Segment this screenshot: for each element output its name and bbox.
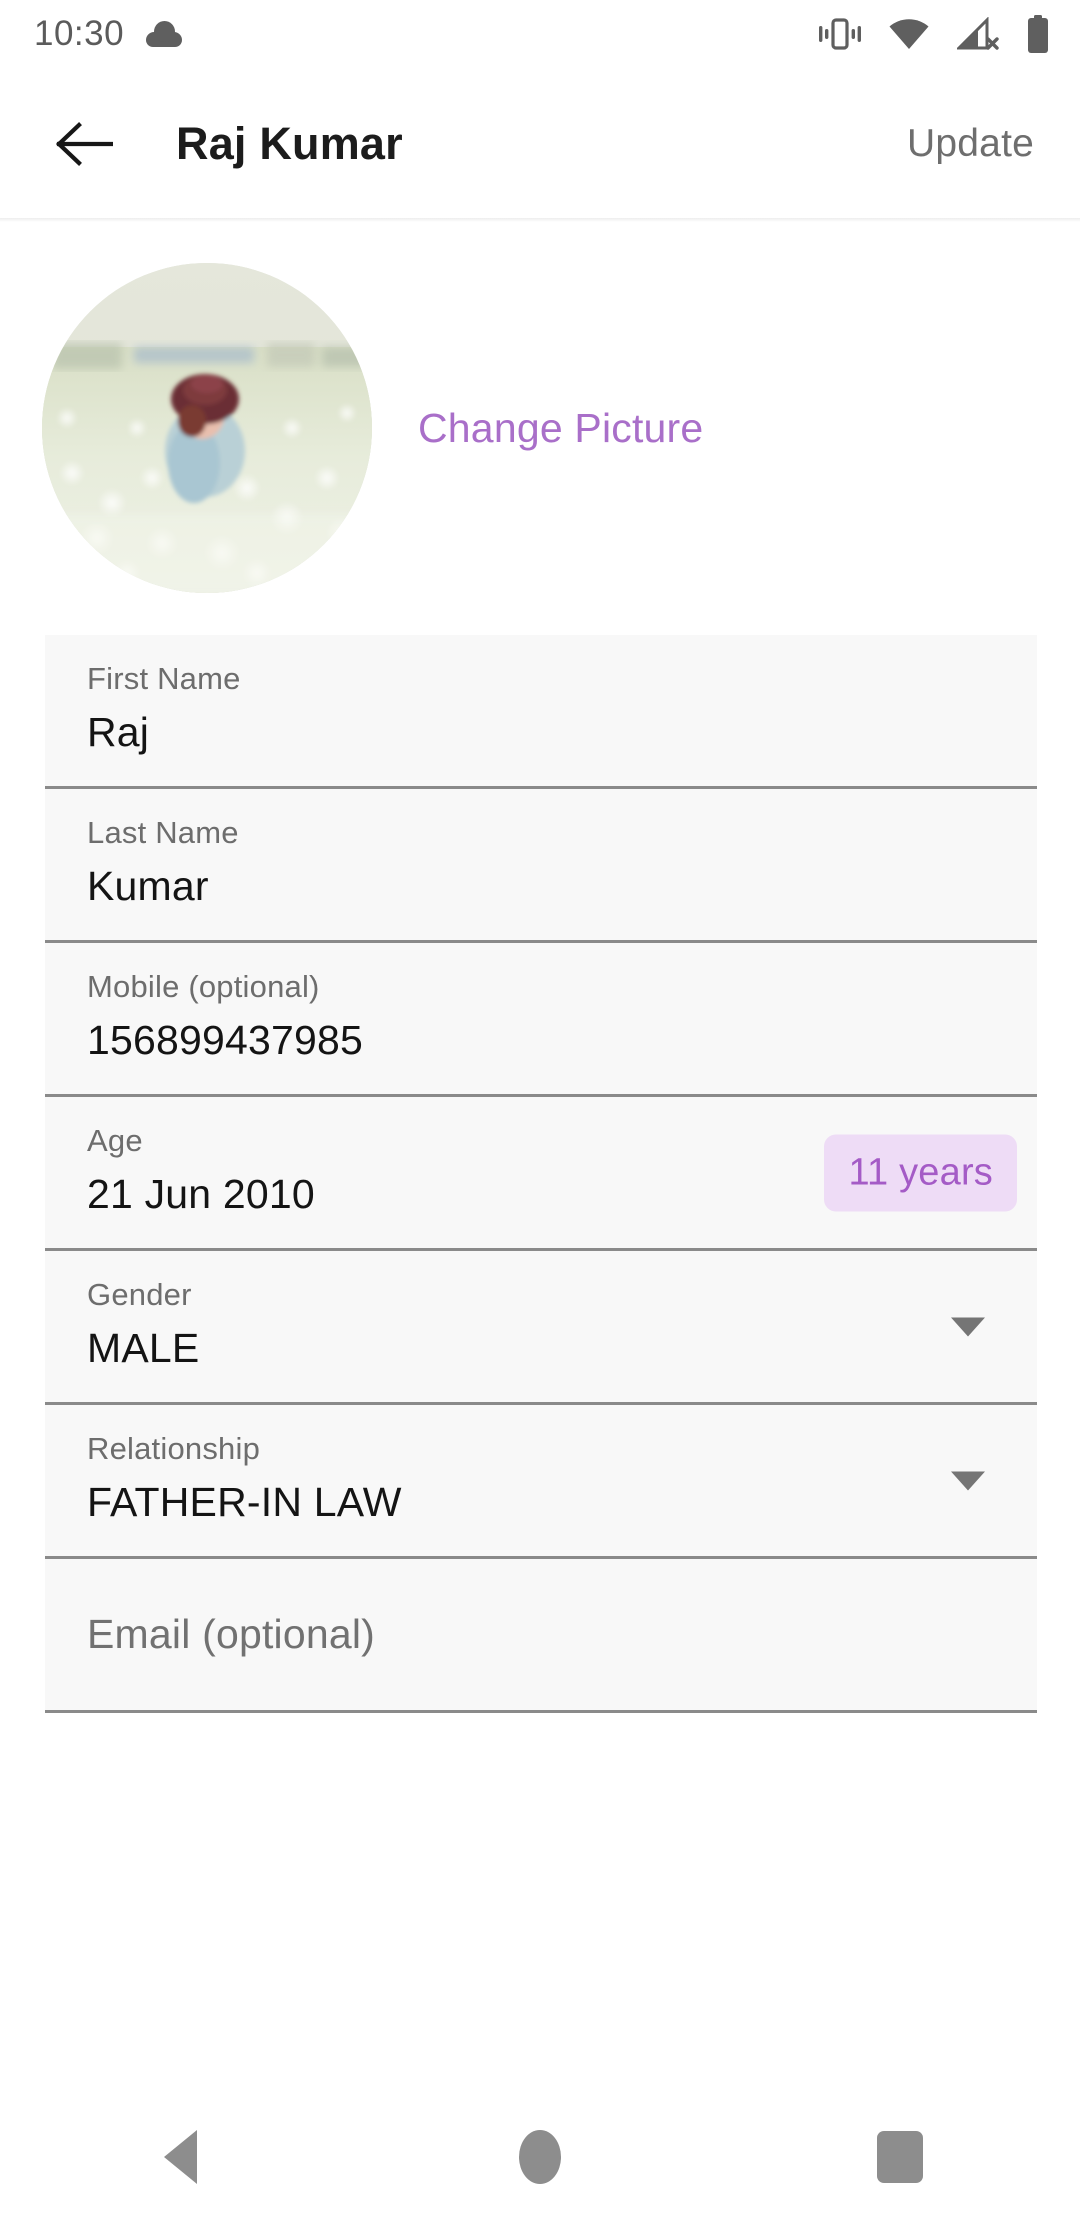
nav-back-button[interactable] [120, 2112, 240, 2202]
last-name-label: Last Name [87, 815, 239, 850]
app-bar: Raj Kumar Update [0, 68, 1080, 220]
field-last-name[interactable]: Last Name Kumar [45, 789, 1037, 943]
profile-form: First Name Raj Last Name Kumar Mobile (o… [45, 635, 1037, 1713]
vibrate-icon [819, 18, 861, 50]
email-input-placeholder[interactable]: Email (optional) [87, 1611, 1037, 1657]
status-bar-right [819, 15, 1050, 53]
android-navigation-bar [0, 2094, 1080, 2220]
update-button[interactable]: Update [901, 112, 1040, 176]
back-triangle-icon [163, 2130, 197, 2184]
cloud-icon [146, 21, 183, 47]
arrow-left-icon [56, 122, 113, 166]
relationship-select-value[interactable]: FATHER-IN LAW [87, 1479, 1037, 1525]
field-relationship[interactable]: Relationship FATHER-IN LAW [45, 1405, 1037, 1559]
field-first-name[interactable]: First Name Raj [45, 635, 1037, 789]
profile-picture-row: Change Picture [0, 258, 1080, 598]
status-bar: 10:30 [0, 0, 1080, 68]
page-title: Raj Kumar [176, 118, 403, 169]
first-name-label: First Name [87, 661, 241, 696]
change-picture-button[interactable]: Change Picture [418, 405, 703, 452]
back-button[interactable] [48, 108, 120, 180]
mobile-label: Mobile (optional) [87, 969, 320, 1004]
signal-no-service-icon [957, 17, 999, 50]
nav-home-button[interactable] [480, 2112, 600, 2202]
field-age[interactable]: Age 21 Jun 2010 11 years [45, 1097, 1037, 1251]
relationship-label: Relationship [87, 1431, 261, 1466]
recents-square-icon [877, 2131, 923, 2183]
chevron-down-icon[interactable] [951, 1471, 985, 1490]
app-bar-divider [0, 218, 1080, 222]
field-mobile[interactable]: Mobile (optional) 156899437985 [45, 943, 1037, 1097]
gender-label: Gender [87, 1277, 192, 1312]
nav-recents-button[interactable] [840, 2112, 960, 2202]
chevron-down-icon[interactable] [951, 1317, 985, 1336]
mobile-input[interactable]: 156899437985 [87, 1017, 1037, 1063]
age-years-badge: 11 years [824, 1134, 1017, 1211]
home-circle-icon [519, 2130, 561, 2184]
gender-select-value[interactable]: MALE [87, 1325, 1037, 1371]
field-email[interactable]: Email (optional) [45, 1559, 1037, 1713]
status-time: 10:30 [34, 14, 125, 53]
battery-icon [1028, 15, 1048, 53]
avatar[interactable] [42, 263, 372, 593]
last-name-input[interactable]: Kumar [87, 863, 1037, 909]
first-name-input[interactable]: Raj [87, 709, 1037, 755]
status-bar-left: 10:30 [34, 14, 183, 54]
avatar-image [42, 263, 372, 593]
wifi-icon [889, 18, 929, 49]
field-gender[interactable]: Gender MALE [45, 1251, 1037, 1405]
